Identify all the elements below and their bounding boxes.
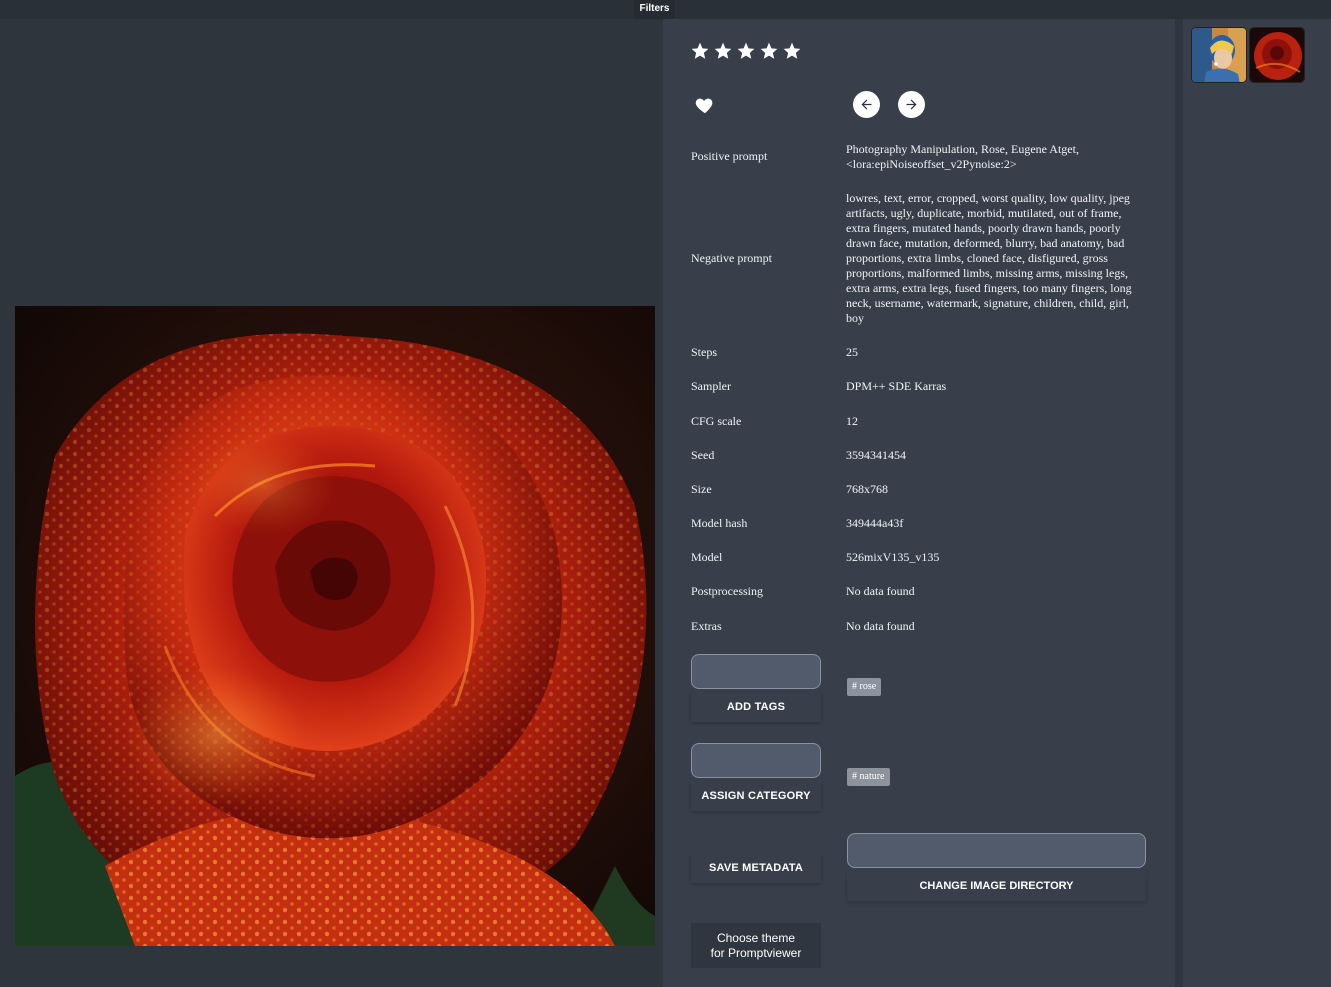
- model-hash-label: Model hash: [691, 516, 748, 530]
- tag-input[interactable]: [691, 654, 821, 689]
- rating-stars[interactable]: [690, 41, 802, 61]
- cfg-scale-value: 12: [846, 414, 858, 428]
- steps-value: 25: [846, 345, 858, 359]
- category-input[interactable]: [691, 743, 821, 778]
- star-icon[interactable]: [690, 41, 710, 61]
- panel-divider: [1175, 19, 1183, 987]
- positive-prompt-value: Photography Manipulation, Rose, Eugene A…: [846, 142, 1079, 171]
- size-value: 768x768: [846, 482, 888, 496]
- save-metadata-button[interactable]: SAVE METADATA: [691, 853, 821, 883]
- filters-tab[interactable]: Filters: [634, 0, 675, 19]
- steps-label: Steps: [691, 345, 718, 359]
- assign-category-button[interactable]: ASSIGN CATEGORY: [691, 781, 821, 811]
- model-label: Model: [691, 550, 723, 564]
- cfg-scale-label: CFG scale: [691, 414, 742, 428]
- negative-prompt-label: Negative prompt: [691, 251, 772, 265]
- extras-label: Extras: [691, 619, 722, 633]
- arrow-left-icon: [861, 99, 872, 110]
- choose-theme-button[interactable]: Choose theme for Promptviewer: [691, 923, 821, 968]
- arrow-right-icon: [906, 99, 917, 110]
- star-icon[interactable]: [736, 41, 756, 61]
- negative-prompt-value: lowres, text, error, cropped, worst qual…: [846, 191, 1132, 325]
- size-label: Size: [691, 482, 712, 496]
- choose-theme-label-line2: for Promptviewer: [710, 946, 802, 960]
- thumbnail-strip: [1183, 19, 1331, 987]
- postprocessing-label: Postprocessing: [691, 584, 763, 598]
- metadata-panel: Positive prompt Photography Manipulation…: [663, 19, 1175, 987]
- next-image-button[interactable]: [898, 91, 925, 118]
- thumbnail-red-rose[interactable]: [1249, 27, 1305, 83]
- star-icon[interactable]: [782, 41, 802, 61]
- seed-label: Seed: [691, 448, 715, 462]
- thumbnail-girl-with-pearl-earring[interactable]: [1191, 27, 1247, 83]
- seed-value: 3594341454: [846, 448, 906, 462]
- extras-value: No data found: [846, 619, 915, 633]
- image-directory-input[interactable]: [847, 833, 1146, 868]
- sampler-value: DPM++ SDE Karras: [846, 379, 947, 393]
- change-image-directory-button[interactable]: CHANGE IMAGE DIRECTORY: [847, 871, 1146, 901]
- model-hash-value: 349444a43f: [846, 516, 904, 530]
- category-chip-nature[interactable]: # nature: [847, 768, 890, 786]
- star-icon[interactable]: [759, 41, 779, 61]
- postprocessing-value: No data found: [846, 584, 915, 598]
- model-value: 526mixV135_v135: [846, 550, 940, 564]
- tag-chip-rose[interactable]: # rose: [847, 678, 882, 696]
- previous-image-button[interactable]: [853, 91, 880, 118]
- heart-icon[interactable]: [694, 94, 716, 116]
- positive-prompt-label: Positive prompt: [691, 149, 768, 163]
- main-image-rose: [15, 306, 655, 946]
- choose-theme-label-line1: Choose theme: [716, 931, 796, 945]
- star-icon[interactable]: [713, 41, 733, 61]
- add-tags-button[interactable]: ADD TAGS: [691, 692, 821, 722]
- sampler-label: Sampler: [691, 379, 731, 393]
